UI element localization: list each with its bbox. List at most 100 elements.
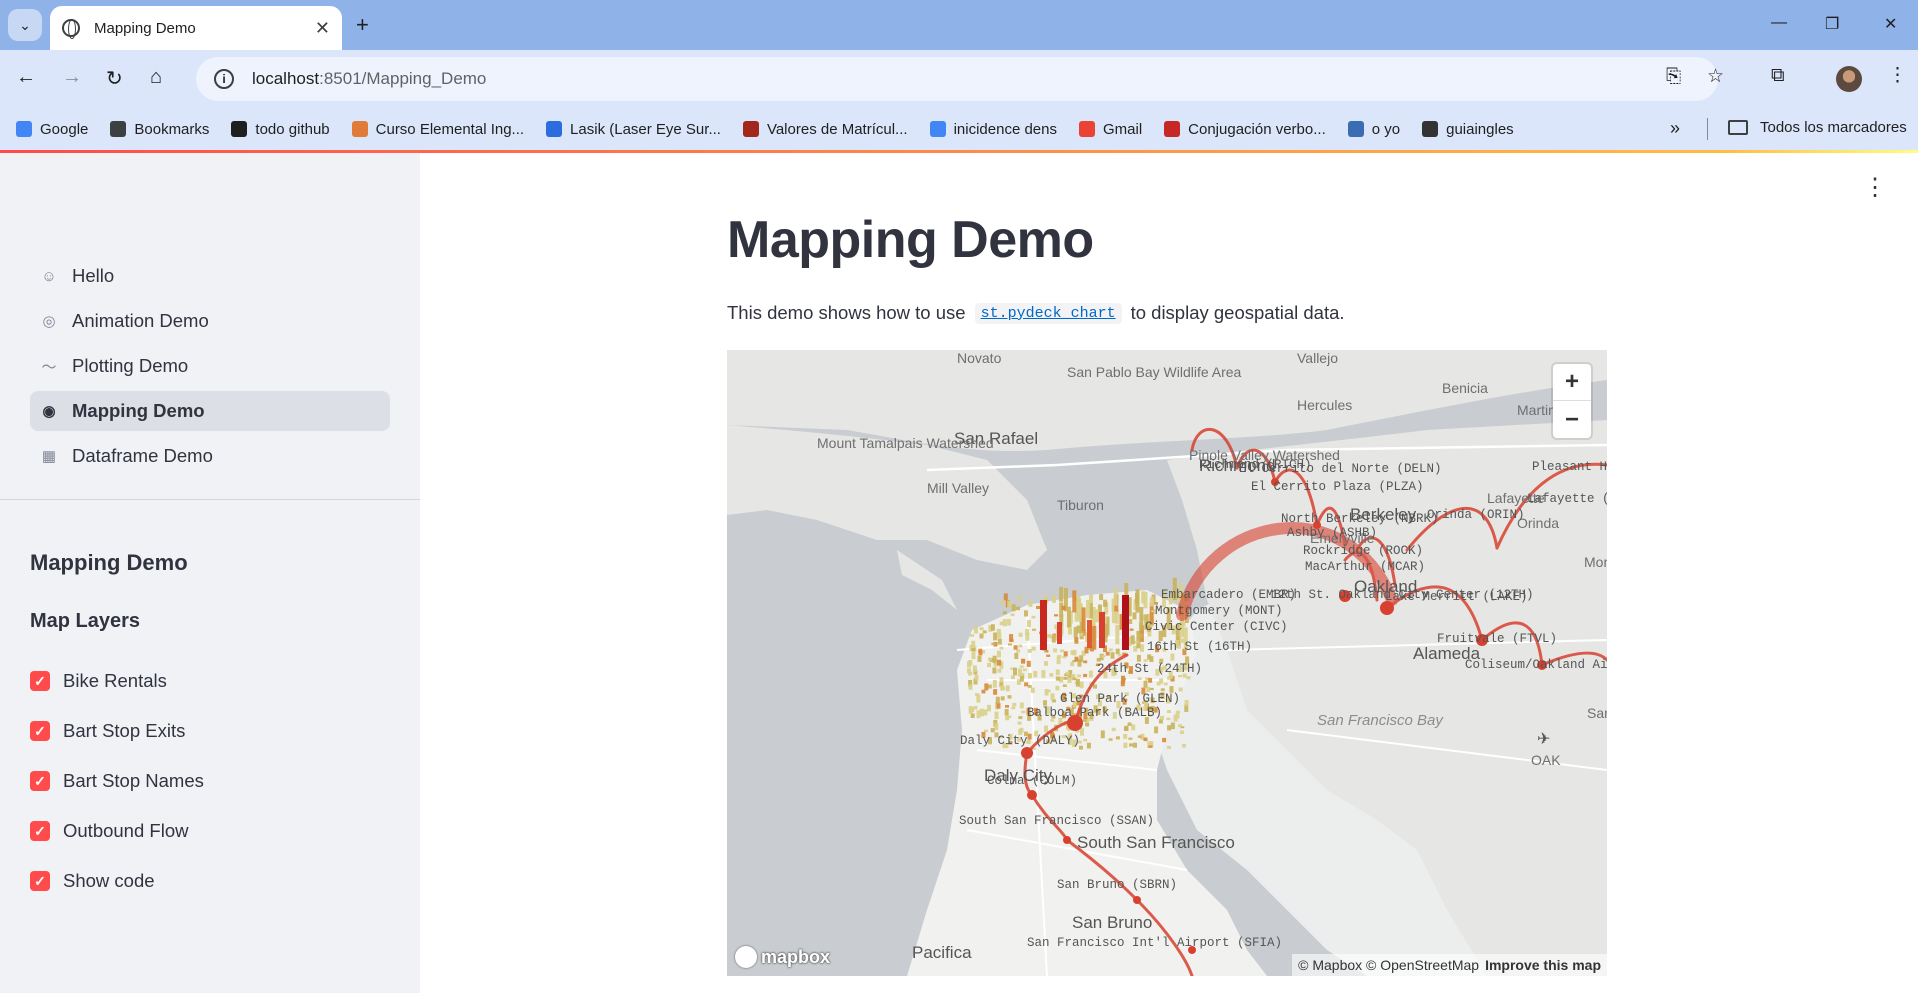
place-label: San Bruno	[1072, 913, 1153, 932]
reload-icon[interactable]: ↻	[106, 66, 123, 91]
bike-rental-hex	[1019, 702, 1024, 709]
bike-rental-hex	[1026, 660, 1031, 667]
bike-rental-hex	[1085, 723, 1090, 727]
star-icon[interactable]: ☆	[1707, 65, 1724, 88]
layer-checkbox[interactable]: ✓ Show code	[30, 856, 204, 906]
bike-rental-hex	[1108, 738, 1113, 741]
bike-rental-hex	[970, 713, 975, 718]
bike-rental-hex	[1002, 619, 1007, 627]
bike-rental-hex	[1030, 687, 1035, 693]
bike-rental-hex	[1072, 590, 1077, 613]
bike-rental-hex	[1175, 712, 1180, 719]
bike-rental-hex	[1024, 682, 1029, 687]
bike-rental-hex	[1162, 737, 1167, 743]
bike-rental-hex	[983, 709, 988, 716]
bike-rental-hex	[1130, 635, 1135, 645]
checkbox-check-icon[interactable]: ✓	[30, 671, 50, 691]
bike-rental-hex	[997, 632, 1002, 639]
bike-rental-hex	[1134, 640, 1139, 644]
minimize-icon[interactable]: —	[1771, 14, 1787, 32]
site-info-icon[interactable]: i	[214, 69, 234, 89]
bookmark-item[interactable]: todo github	[231, 121, 330, 138]
bike-rental-hex	[970, 634, 974, 637]
profile-avatar[interactable]	[1836, 66, 1862, 92]
forward-arrow-icon[interactable]: →	[62, 66, 82, 89]
translate-icon[interactable]: ⎘	[1666, 66, 1681, 88]
app-menu-kebab-icon[interactable]: ⋮	[1863, 176, 1887, 200]
menu-kebab-icon[interactable]: ⋮	[1888, 64, 1907, 87]
bookmark-favicon-icon	[16, 121, 32, 137]
attribution-text[interactable]: © Mapbox © OpenStreetMap	[1298, 957, 1479, 973]
bike-rental-hex	[1184, 700, 1189, 707]
all-bookmarks-folder[interactable]: Todos los marcadores	[1728, 119, 1907, 136]
extensions-icon[interactable]: ⧉	[1771, 65, 1785, 87]
checkbox-check-icon[interactable]: ✓	[30, 821, 50, 841]
bike-rental-hex	[1076, 595, 1081, 609]
checkbox-check-icon[interactable]: ✓	[30, 771, 50, 791]
place-label: Mora	[1584, 554, 1607, 570]
zoom-out-button[interactable]: −	[1553, 401, 1591, 438]
sidebar-item-animation-demo[interactable]: ◎ Animation Demo	[30, 301, 390, 341]
bike-rental-hex	[1008, 643, 1012, 646]
bookmark-item[interactable]: guiaingles	[1422, 121, 1514, 138]
bookmark-item[interactable]: Gmail	[1078, 121, 1142, 138]
place-label: Tiburon	[1057, 497, 1104, 513]
window-close-icon[interactable]: ✕	[1884, 14, 1897, 34]
back-arrow-icon[interactable]: ←	[16, 66, 36, 89]
close-icon[interactable]: ✕	[315, 18, 330, 39]
bike-rental-hex	[1139, 607, 1144, 631]
new-tab-plus-icon[interactable]: +	[356, 12, 369, 38]
tab-search-chevron-icon[interactable]: ⌄	[8, 9, 42, 41]
browser-tab[interactable]: Mapping Demo ✕	[50, 6, 342, 50]
bookmark-item[interactable]: Lasik (Laser Eye Sur...	[546, 121, 721, 138]
bookmark-item[interactable]: Conjugación verbo...	[1164, 121, 1326, 138]
station-label: Balboa Park (BALB)	[1027, 706, 1163, 720]
bookmark-item[interactable]: o yo	[1347, 121, 1400, 138]
intro-code-link[interactable]: st.pydeck_chart	[974, 302, 1122, 324]
bookmark-item[interactable]: Curso Elemental Ing...	[351, 121, 524, 138]
layer-checkbox[interactable]: ✓ Bike Rentals	[30, 656, 204, 706]
bike-rental-hex	[1149, 687, 1154, 691]
bike-rental-hex	[1055, 676, 1060, 681]
layer-checkbox[interactable]: ✓ Bart Stop Exits	[30, 706, 204, 756]
bike-rental-hex	[1028, 673, 1032, 679]
sidebar-item-plotting-demo[interactable]: 〜 Plotting Demo	[30, 346, 390, 386]
bookmark-item[interactable]: Google	[16, 121, 88, 138]
restore-icon[interactable]: ❐	[1825, 14, 1839, 34]
layer-checkbox[interactable]: ✓ Bart Stop Names	[30, 756, 204, 806]
bike-rental-hex	[1160, 688, 1165, 692]
bike-rental-hex	[994, 723, 999, 731]
bookmark-item[interactable]: Valores de Matrícul...	[742, 121, 908, 138]
zoom-in-button[interactable]: +	[1553, 364, 1591, 401]
more-bookmarks-icon[interactable]: »	[1670, 118, 1680, 139]
bike-rental-hex	[1016, 606, 1021, 611]
bike-rental-hex	[1033, 671, 1038, 678]
bike-rental-hex	[1011, 706, 1016, 710]
sidebar-item-dataframe-demo[interactable]: ▦ Dataframe Demo	[30, 436, 390, 476]
bike-rental-hex	[1083, 738, 1088, 742]
all-bookmarks-label: Todos los marcadores	[1760, 119, 1907, 136]
checkbox-check-icon[interactable]: ✓	[30, 721, 50, 741]
sidebar-item-mapping-demo[interactable]: ◉ Mapping Demo	[30, 391, 390, 431]
mapbox-logo[interactable]: mapbox	[735, 946, 830, 968]
home-icon[interactable]: ⌂	[150, 66, 162, 89]
improve-map-link[interactable]: Improve this map	[1485, 957, 1601, 973]
station-label: San Bruno (SBRN)	[1057, 878, 1178, 892]
bike-rental-hex	[1099, 594, 1104, 601]
bookmark-item[interactable]: inicidence dens	[929, 121, 1057, 138]
bookmark-favicon-icon	[1078, 121, 1095, 137]
bike-rental-hex	[994, 711, 999, 719]
bike-rental-hex	[1016, 649, 1021, 653]
bookmark-item[interactable]: Bookmarks	[110, 121, 209, 138]
bookmarks-divider	[1707, 118, 1708, 140]
bike-rental-hex	[1143, 680, 1148, 688]
pydeck-map[interactable]: ✈ Novato Vallejo San Pablo Bay Wildlife Ar…	[727, 350, 1607, 976]
table-icon: ▦	[41, 448, 57, 465]
bike-rental-hex	[1071, 674, 1076, 677]
address-bar[interactable]: i localhost:8501/Mapping_Demo	[196, 57, 1718, 101]
checkbox-check-icon[interactable]: ✓	[30, 871, 50, 891]
layer-checkbox[interactable]: ✓ Outbound Flow	[30, 806, 204, 856]
sidebar-item-hello[interactable]: ☺ Hello	[30, 256, 390, 296]
bike-rental-hex	[997, 638, 1002, 645]
place-label: Novato	[957, 350, 1002, 366]
